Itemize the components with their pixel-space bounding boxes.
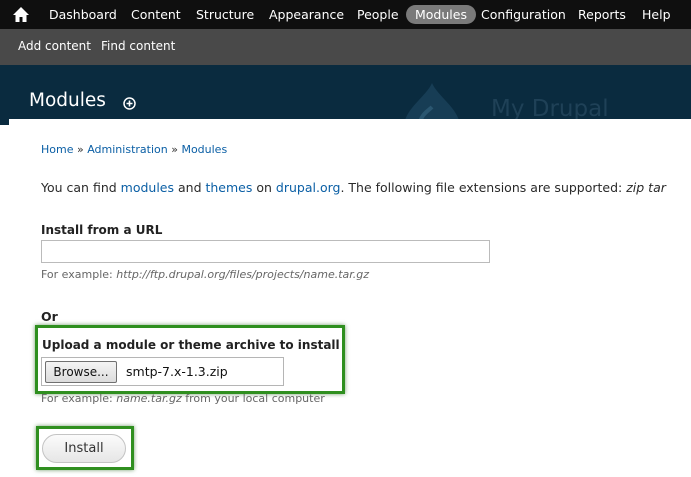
install-url-input[interactable] [41, 240, 490, 263]
help-text-part: . The following file extensions are supp… [340, 180, 627, 195]
shortcut-add-content[interactable]: Add content [18, 29, 91, 65]
description-prefix: For example: [41, 268, 117, 281]
install-url-label: Install from a URL [41, 223, 163, 237]
add-shortcut-icon[interactable] [123, 97, 136, 110]
help-text-part: You can find [41, 180, 121, 195]
breadcrumb-administration-link[interactable]: Administration [87, 143, 168, 156]
toolbar-item-modules[interactable]: Modules [406, 5, 476, 24]
install-url-description: For example: http://ftp.drupal.org/files… [41, 268, 369, 281]
help-text-part: and [174, 180, 206, 195]
breadcrumb: Home » Administration » Modules [41, 143, 227, 156]
browse-button[interactable]: Browse... [45, 361, 117, 383]
selected-file-name: smtp-7.x-1.3.zip [126, 364, 228, 379]
or-label: Or [41, 309, 58, 324]
page-title: Modules [29, 90, 106, 111]
install-button[interactable]: Install [42, 434, 126, 463]
upload-archive-label: Upload a module or theme archive to inst… [42, 338, 340, 352]
admin-toolbar: Dashboard Content Structure Appearance P… [0, 0, 691, 29]
breadcrumb-separator: » [171, 143, 178, 156]
description-suffix: from your local computer [181, 392, 325, 405]
description-example: http://ftp.drupal.org/files/projects/nam… [116, 268, 370, 281]
content-panel [9, 119, 691, 477]
breadcrumb-modules-link[interactable]: Modules [181, 143, 227, 156]
page-header: Modules My Drupal [0, 65, 691, 125]
home-icon[interactable] [12, 6, 30, 23]
toolbar-item-configuration[interactable]: Configuration [481, 0, 566, 29]
description-example: name.tar.gz [116, 392, 182, 405]
breadcrumb-home-link[interactable]: Home [41, 143, 73, 156]
toolbar-item-content[interactable]: Content [131, 0, 181, 29]
supported-extensions: zip tar [626, 180, 666, 195]
toolbar-item-people[interactable]: People [357, 0, 399, 29]
toolbar-item-dashboard[interactable]: Dashboard [49, 0, 117, 29]
help-text: You can find modules and themes on drupa… [41, 180, 666, 195]
toolbar-item-appearance[interactable]: Appearance [269, 0, 344, 29]
upload-description: For example: name.tar.gz from your local… [41, 392, 325, 405]
toolbar-item-help[interactable]: Help [642, 0, 671, 29]
modules-link[interactable]: modules [121, 180, 174, 195]
description-prefix: For example: [41, 392, 117, 405]
shortcut-find-content[interactable]: Find content [101, 29, 175, 65]
shortcuts-bar: Add content Find content [0, 29, 691, 65]
toolbar-item-reports[interactable]: Reports [578, 0, 626, 29]
themes-link[interactable]: themes [205, 180, 252, 195]
breadcrumb-separator: » [76, 143, 84, 156]
help-text-part: on [252, 180, 276, 195]
drupal-org-link[interactable]: drupal.org [276, 180, 341, 195]
toolbar-item-structure[interactable]: Structure [196, 0, 254, 29]
